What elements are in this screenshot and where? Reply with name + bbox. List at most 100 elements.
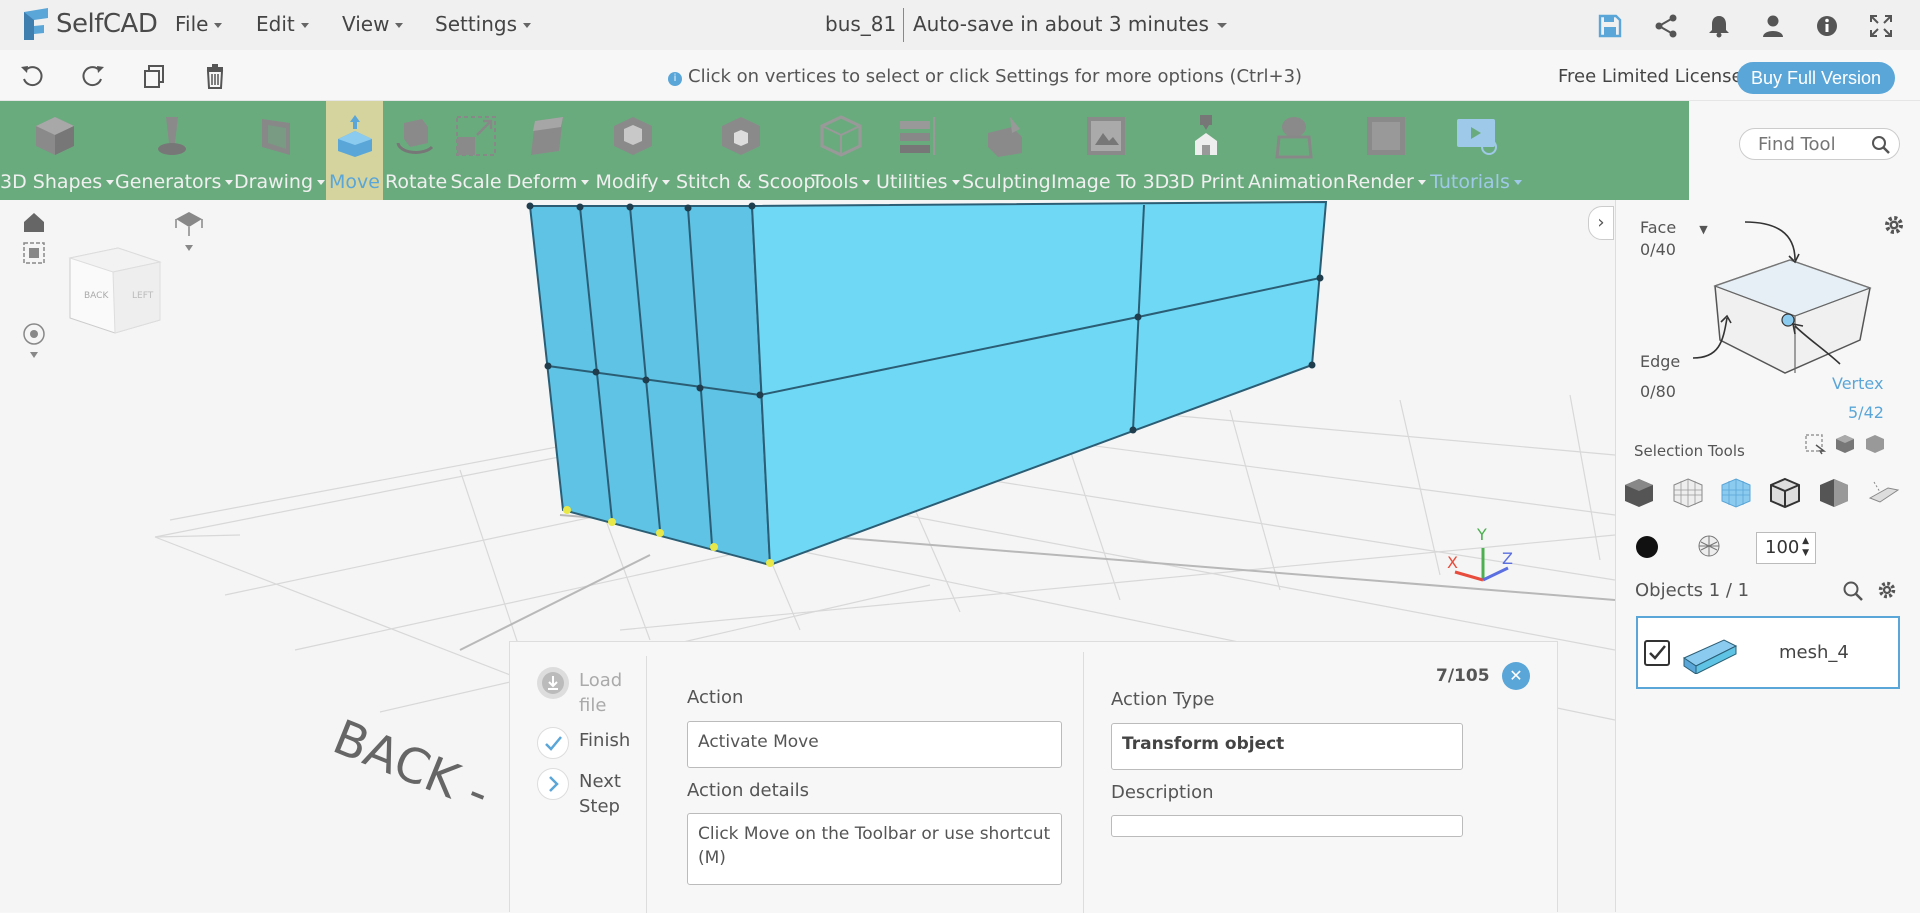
tool-stitch-scoop[interactable]: Stitch & Scoop [676, 101, 816, 200]
find-tool-input[interactable] [1758, 133, 1868, 155]
tool-tutorials[interactable]: Tutorials [1430, 101, 1522, 200]
tool-drawing[interactable]: Drawing [234, 101, 324, 200]
menu-edit[interactable]: Edit [256, 12, 309, 36]
opacity-stepper[interactable]: 100 ▲ ▼ [1756, 532, 1816, 564]
title-divider [903, 8, 904, 42]
tool-label: Stitch & Scoop [676, 171, 816, 193]
texture-icon[interactable] [1697, 534, 1721, 558]
tool-tools[interactable]: Tools [808, 101, 874, 200]
close-dialog-icon[interactable]: ✕ [1502, 662, 1530, 690]
search-objects-icon[interactable] [1842, 580, 1864, 602]
solid-select-icon[interactable] [1864, 433, 1886, 455]
objects-settings-icon[interactable] [1876, 579, 1898, 601]
hint-text: Click on vertices to select or click Set… [688, 66, 1303, 87]
mesh-4-geometry[interactable] [526, 200, 1328, 567]
generator-icon [158, 117, 186, 155]
mesh-thumbnail [1682, 639, 1738, 674]
tool-scale[interactable]: Scale [449, 101, 503, 200]
tool-animation[interactable]: Animation [1248, 101, 1345, 200]
object-visibility-checkbox[interactable] [1644, 640, 1670, 666]
checkmark-icon [1649, 645, 1666, 660]
move-icon [337, 115, 372, 157]
autosave-status[interactable]: Auto-save in about 3 minutes [913, 12, 1227, 36]
notification-bell-icon[interactable] [1706, 13, 1732, 39]
vertex-count: 5/42 [1848, 403, 1884, 422]
tool-label: Drawing [234, 171, 324, 193]
redo-icon[interactable] [80, 63, 106, 89]
dialog-divider-2 [1083, 652, 1084, 913]
menu-settings[interactable]: Settings [435, 12, 531, 36]
menu-file[interactable]: File [175, 12, 222, 36]
tool-label: Animation [1248, 171, 1345, 193]
finish-step[interactable]: Finish [579, 728, 630, 753]
menu-view[interactable]: View [342, 12, 403, 36]
solid-mode-icon[interactable] [1622, 476, 1656, 510]
next-step-chevron-icon[interactable] [537, 768, 569, 800]
trash-icon[interactable] [202, 63, 228, 89]
face-mode-icon[interactable] [1719, 476, 1753, 510]
edge-mode-icon[interactable] [1768, 476, 1802, 510]
fit-view-icon[interactable] [23, 242, 45, 264]
action-type-label: Action Type [1111, 689, 1215, 710]
info-icon[interactable] [1814, 13, 1840, 39]
find-tool-box [1739, 128, 1900, 160]
copy-icon[interactable] [141, 63, 167, 89]
tool-image-to-3d[interactable]: Image To 3D [1051, 101, 1169, 200]
step-progress: 7/105 [1436, 666, 1490, 686]
perspective-toggle-icon[interactable] [175, 212, 203, 251]
tool-label: 3D Shapes [0, 171, 110, 193]
wireframe-mode-icon[interactable] [1671, 476, 1705, 510]
tool-3d-print[interactable]: 3D Print [1164, 101, 1248, 200]
edge-count: 0/80 [1640, 382, 1676, 401]
half-mode-icon[interactable] [1817, 476, 1851, 510]
cube-select-icon[interactable] [1834, 433, 1856, 455]
save-icon[interactable] [1597, 13, 1623, 39]
tool-rotate[interactable]: Rotate [385, 101, 448, 200]
top-bar: SelfCAD File Edit View Settings bus_81 A… [0, 0, 1920, 50]
user-icon[interactable] [1760, 13, 1786, 39]
logo[interactable]: SelfCAD [18, 4, 158, 44]
load-file-step[interactable]: Load file [579, 668, 639, 718]
fullscreen-icon[interactable] [1868, 13, 1894, 39]
tool-modify[interactable]: Modify [594, 101, 672, 200]
description-field [1111, 815, 1463, 837]
floor-label: BACK - [326, 709, 498, 822]
tool-label: Tools [808, 171, 874, 193]
tool-render[interactable]: Render [1344, 101, 1428, 200]
face-label: Face [1640, 218, 1677, 237]
tool-utilities[interactable]: Utilities [876, 101, 958, 200]
stepper-arrows-icon[interactable]: ▲ ▼ [1802, 535, 1809, 559]
tool-3d-shapes[interactable]: 3D Shapes [0, 101, 110, 200]
object-row-mesh-4[interactable]: mesh_4 [1636, 616, 1900, 689]
description-label: Description [1111, 782, 1214, 803]
selection-mode-cube[interactable] [1685, 218, 1895, 378]
search-icon[interactable] [1871, 135, 1891, 155]
box-select-icon[interactable] [1804, 433, 1826, 455]
orbit-view-icon[interactable] [23, 323, 45, 358]
tool-deform[interactable]: Deform [506, 101, 590, 200]
selection-tools-label: Selection Tools [1634, 442, 1745, 460]
buy-full-version-button[interactable]: Buy Full Version [1737, 62, 1895, 94]
share-icon[interactable] [1653, 13, 1679, 39]
plane-mode-icon[interactable] [1866, 476, 1900, 510]
finish-check-icon[interactable] [537, 727, 569, 759]
edge-label[interactable]: Edge [1640, 352, 1680, 371]
next-step[interactable]: Next Step [579, 769, 639, 819]
tool-move[interactable]: Move [326, 101, 383, 200]
action-details-label: Action details [687, 780, 810, 801]
color-swatch[interactable] [1636, 536, 1658, 558]
view-cube[interactable]: BACK LEFT [68, 247, 162, 334]
tool-label: Rotate [385, 171, 448, 193]
collapse-panel-button[interactable]: › [1588, 206, 1614, 240]
home-view-icon[interactable] [24, 213, 44, 232]
grid-axis [459, 514, 1615, 651]
tool-sculpting[interactable]: Sculpting [962, 101, 1051, 200]
tool-generators[interactable]: Generators [115, 101, 229, 200]
animation-icon [1275, 117, 1313, 159]
document-title[interactable]: bus_81 [825, 12, 896, 36]
load-file-icon[interactable] [537, 667, 569, 699]
stitch-icon [722, 117, 760, 155]
scale-icon [456, 116, 496, 156]
undo-icon[interactable] [19, 63, 45, 89]
info-dot-icon: i [668, 72, 682, 86]
